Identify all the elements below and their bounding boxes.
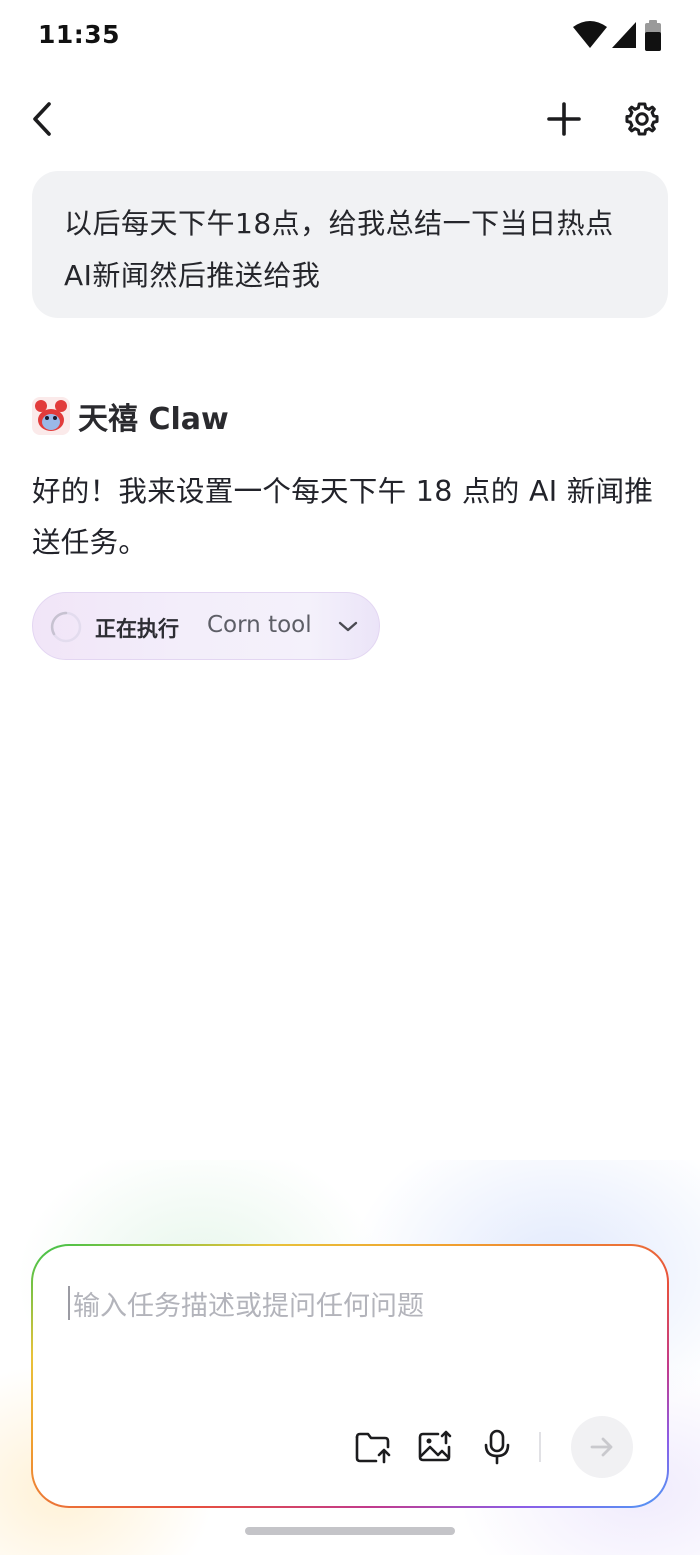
status-time: 11:35 — [38, 20, 121, 49]
composer-divider — [539, 1432, 541, 1462]
text-caret — [68, 1286, 70, 1320]
gear-icon — [625, 102, 659, 136]
new-chat-button[interactable] — [541, 96, 587, 142]
folder-upload-icon — [355, 1432, 391, 1464]
tool-status-label: 正在执行 — [95, 617, 179, 641]
assistant-message-text: 好的！我来设置一个每天下午 18 点的 AI 新闻推送任务。 — [32, 475, 654, 559]
plus-icon — [547, 102, 581, 136]
nav-bar — [0, 86, 700, 152]
upload-file-button[interactable] — [353, 1427, 393, 1467]
upload-image-button[interactable] — [415, 1427, 455, 1467]
tool-call-chip[interactable]: 正在执行 Corn tool — [32, 592, 380, 660]
composer-box[interactable]: 输入任务描述或提问任何问题 — [33, 1246, 667, 1506]
status-bar: 11:35 — [0, 0, 700, 72]
task-input[interactable]: 输入任务描述或提问任何问题 — [73, 1284, 424, 1323]
send-button[interactable] — [571, 1416, 633, 1478]
assistant-avatar — [32, 397, 70, 435]
battery-icon — [645, 20, 661, 51]
image-upload-icon — [418, 1430, 452, 1462]
cellular-signal-icon — [612, 22, 636, 48]
loading-spinner-icon — [50, 611, 82, 643]
tool-name-label: Corn tool — [207, 612, 312, 638]
assistant-name: 天禧 Claw — [78, 402, 229, 437]
composer: 输入任务描述或提问任何问题 — [31, 1244, 669, 1508]
assistant-header: 天禧 Claw — [32, 394, 229, 438]
back-button[interactable] — [20, 96, 66, 142]
status-icons — [572, 20, 672, 52]
send-arrow-icon — [590, 1437, 613, 1457]
microphone-icon — [484, 1429, 510, 1465]
wifi-icon — [573, 21, 607, 48]
chevron-down-icon[interactable] — [337, 617, 359, 637]
user-message-bubble: 以后每天下午18点，给我总结一下当日热点AI新闻然后推送给我 — [32, 171, 668, 318]
chevron-left-icon — [33, 102, 51, 136]
voice-input-button[interactable] — [477, 1427, 517, 1467]
settings-button[interactable] — [619, 96, 665, 142]
home-indicator[interactable] — [245, 1527, 455, 1535]
user-message-text: 以后每天下午18点，给我总结一下当日热点AI新闻然后推送给我 — [64, 207, 614, 292]
